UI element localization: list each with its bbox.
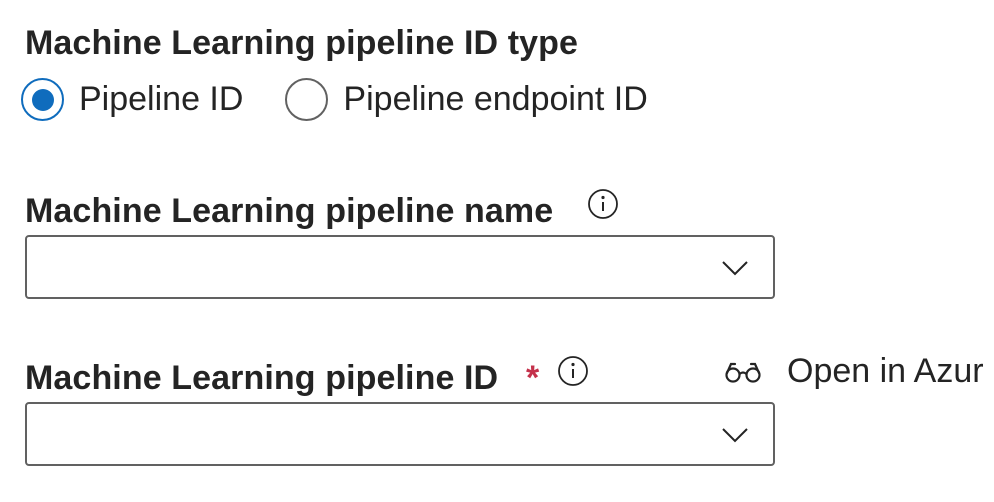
pipeline-id-label: Machine Learning pipeline ID (25, 359, 499, 397)
glasses-icon (725, 362, 761, 383)
radio-button-unselected[interactable] (285, 78, 329, 121)
radio-option-pipeline-endpoint-id[interactable]: Pipeline endpoint ID (285, 78, 648, 121)
chevron-down-icon (722, 261, 748, 276)
info-icon[interactable] (557, 355, 589, 387)
info-icon[interactable] (587, 188, 619, 220)
pipeline-name-label: Machine Learning pipeline name (25, 192, 554, 230)
chevron-down-icon (722, 428, 748, 443)
pipeline-id-type-label: Machine Learning pipeline ID type (25, 24, 579, 62)
open-in-azure-label: Open in Azur (787, 352, 984, 390)
ml-pipeline-settings-panel: Machine Learning pipeline ID type Pipeli… (0, 0, 994, 502)
required-asterisk: * (526, 359, 540, 397)
pipeline-id-type-radio-group: Pipeline ID Pipeline endpoint ID (21, 78, 648, 121)
open-in-azure-link[interactable]: Open in Azur (725, 352, 984, 391)
radio-label-pipeline-id: Pipeline ID (79, 80, 244, 118)
radio-option-pipeline-id[interactable]: Pipeline ID (21, 78, 243, 121)
radio-button-selected[interactable] (21, 78, 64, 121)
radio-label-pipeline-endpoint-id: Pipeline endpoint ID (343, 80, 648, 118)
pipeline-id-dropdown[interactable] (25, 402, 775, 466)
pipeline-name-dropdown[interactable] (25, 235, 775, 299)
